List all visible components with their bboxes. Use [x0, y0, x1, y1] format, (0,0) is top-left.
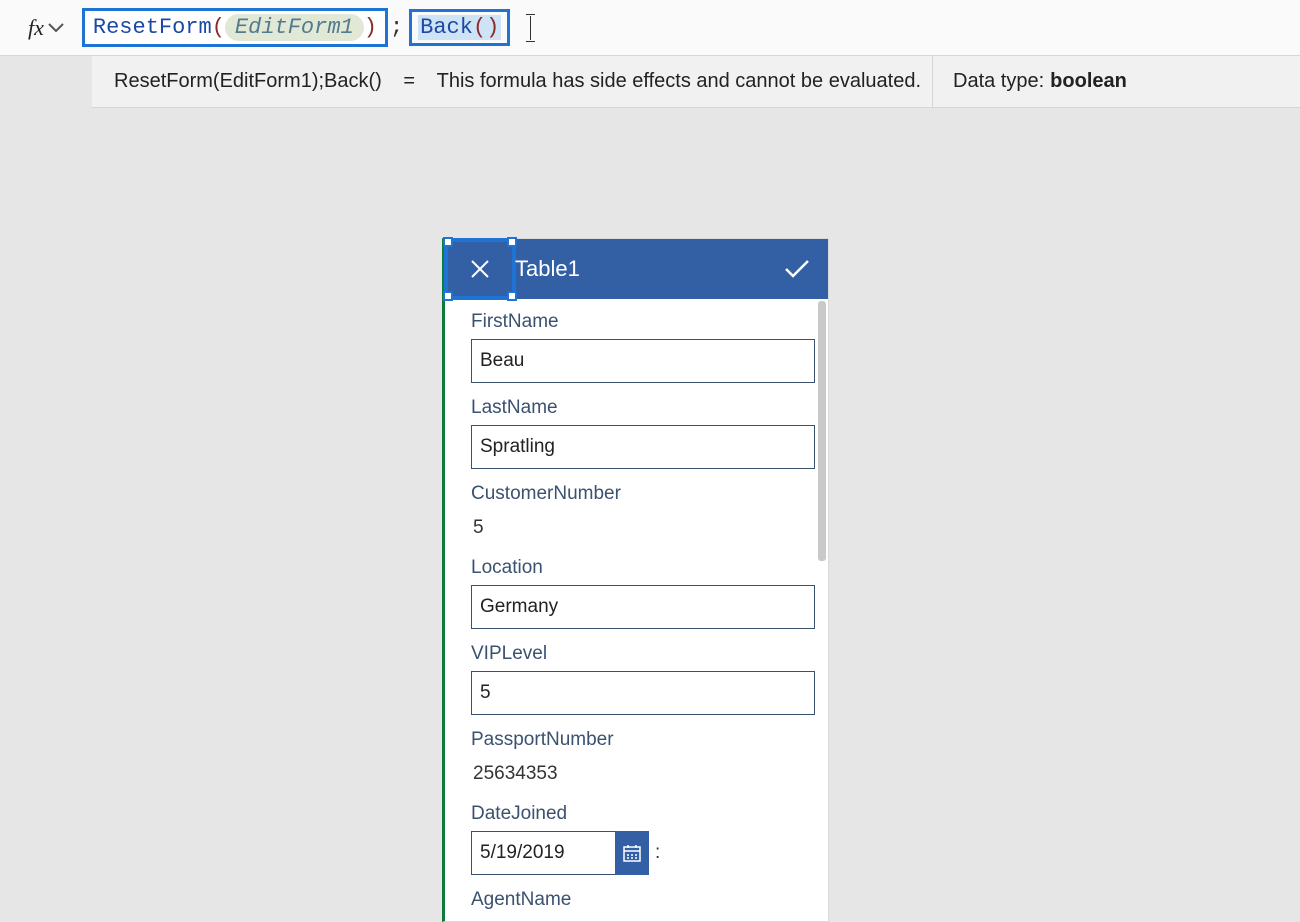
- label-lastname: LastName: [471, 397, 808, 419]
- edit-form-screen: Table1 FirstName LastName CustomerNumber…: [442, 238, 829, 922]
- open-paren: (: [212, 15, 225, 40]
- label-agentname: AgentName: [471, 889, 808, 911]
- submit-check-icon[interactable]: [784, 259, 810, 279]
- field-passportnumber: PassportNumber 25634353: [471, 729, 808, 789]
- field-firstname: FirstName: [471, 311, 808, 383]
- label-location: Location: [471, 557, 808, 579]
- input-viplevel[interactable]: [471, 671, 815, 715]
- formula-input[interactable]: ResetForm(EditForm1) ; Back(): [82, 8, 531, 47]
- label-viplevel: VIPLevel: [471, 643, 808, 665]
- label-passportnumber: PassportNumber: [471, 729, 808, 751]
- formula-result-bar: ResetForm(EditForm1);Back() = This formu…: [92, 56, 1300, 108]
- data-type-value: boolean: [1050, 70, 1127, 93]
- date-separator: :: [655, 842, 660, 864]
- input-datejoined[interactable]: [471, 831, 615, 875]
- formula-highlight-2: Back(): [409, 9, 510, 46]
- fn-resetform: ResetForm: [93, 15, 212, 40]
- field-customernumber: CustomerNumber 5: [471, 483, 808, 543]
- calendar-button[interactable]: [615, 831, 649, 875]
- input-location[interactable]: [471, 585, 815, 629]
- value-passportnumber: 25634353: [471, 757, 808, 789]
- formula-bar: fx ResetForm(EditForm1) ; Back(): [0, 0, 1300, 56]
- field-location: Location: [471, 557, 808, 629]
- canvas[interactable]: Table1 FirstName LastName CustomerNumber…: [0, 108, 1300, 880]
- input-firstname[interactable]: [471, 339, 815, 383]
- chevron-down-icon[interactable]: [48, 23, 64, 33]
- value-customernumber: 5: [471, 511, 808, 543]
- data-type-label: Data type:: [953, 70, 1044, 93]
- close-paren: ): [364, 15, 377, 40]
- field-lastname: LastName: [471, 397, 808, 469]
- text-cursor-icon: [530, 16, 531, 40]
- data-type-panel: Data type: boolean: [932, 56, 1300, 107]
- close-icon: [469, 258, 491, 280]
- scrollbar[interactable]: [818, 301, 826, 561]
- result-eq: =: [403, 70, 415, 93]
- field-viplevel: VIPLevel: [471, 643, 808, 715]
- form-body: FirstName LastName CustomerNumber 5 Loca…: [445, 299, 828, 921]
- back-parens: (): [473, 15, 499, 40]
- result-text: This formula has side effects and cannot…: [437, 70, 921, 93]
- result-message: ResetForm(EditForm1);Back() = This formu…: [92, 56, 932, 107]
- header-title: Table1: [515, 256, 580, 282]
- label-datejoined: DateJoined: [471, 803, 808, 825]
- fn-back: Back: [420, 15, 473, 40]
- calendar-icon: [623, 844, 641, 862]
- field-agentname: AgentName: [471, 889, 808, 911]
- field-datejoined: DateJoined :: [471, 803, 808, 875]
- separator: ;: [390, 15, 403, 40]
- form-header: Table1: [445, 239, 828, 299]
- label-firstname: FirstName: [471, 311, 808, 333]
- result-expr: ResetForm(EditForm1);Back(): [114, 70, 382, 93]
- formula-highlight-1: ResetForm(EditForm1): [82, 8, 388, 47]
- input-lastname[interactable]: [471, 425, 815, 469]
- resize-handle[interactable]: [507, 237, 517, 247]
- label-customernumber: CustomerNumber: [471, 483, 808, 505]
- arg-editform1: EditForm1: [225, 14, 364, 41]
- resize-handle[interactable]: [443, 237, 453, 247]
- fx-label: fx: [28, 15, 44, 41]
- selected-cancel-icon[interactable]: [444, 238, 516, 300]
